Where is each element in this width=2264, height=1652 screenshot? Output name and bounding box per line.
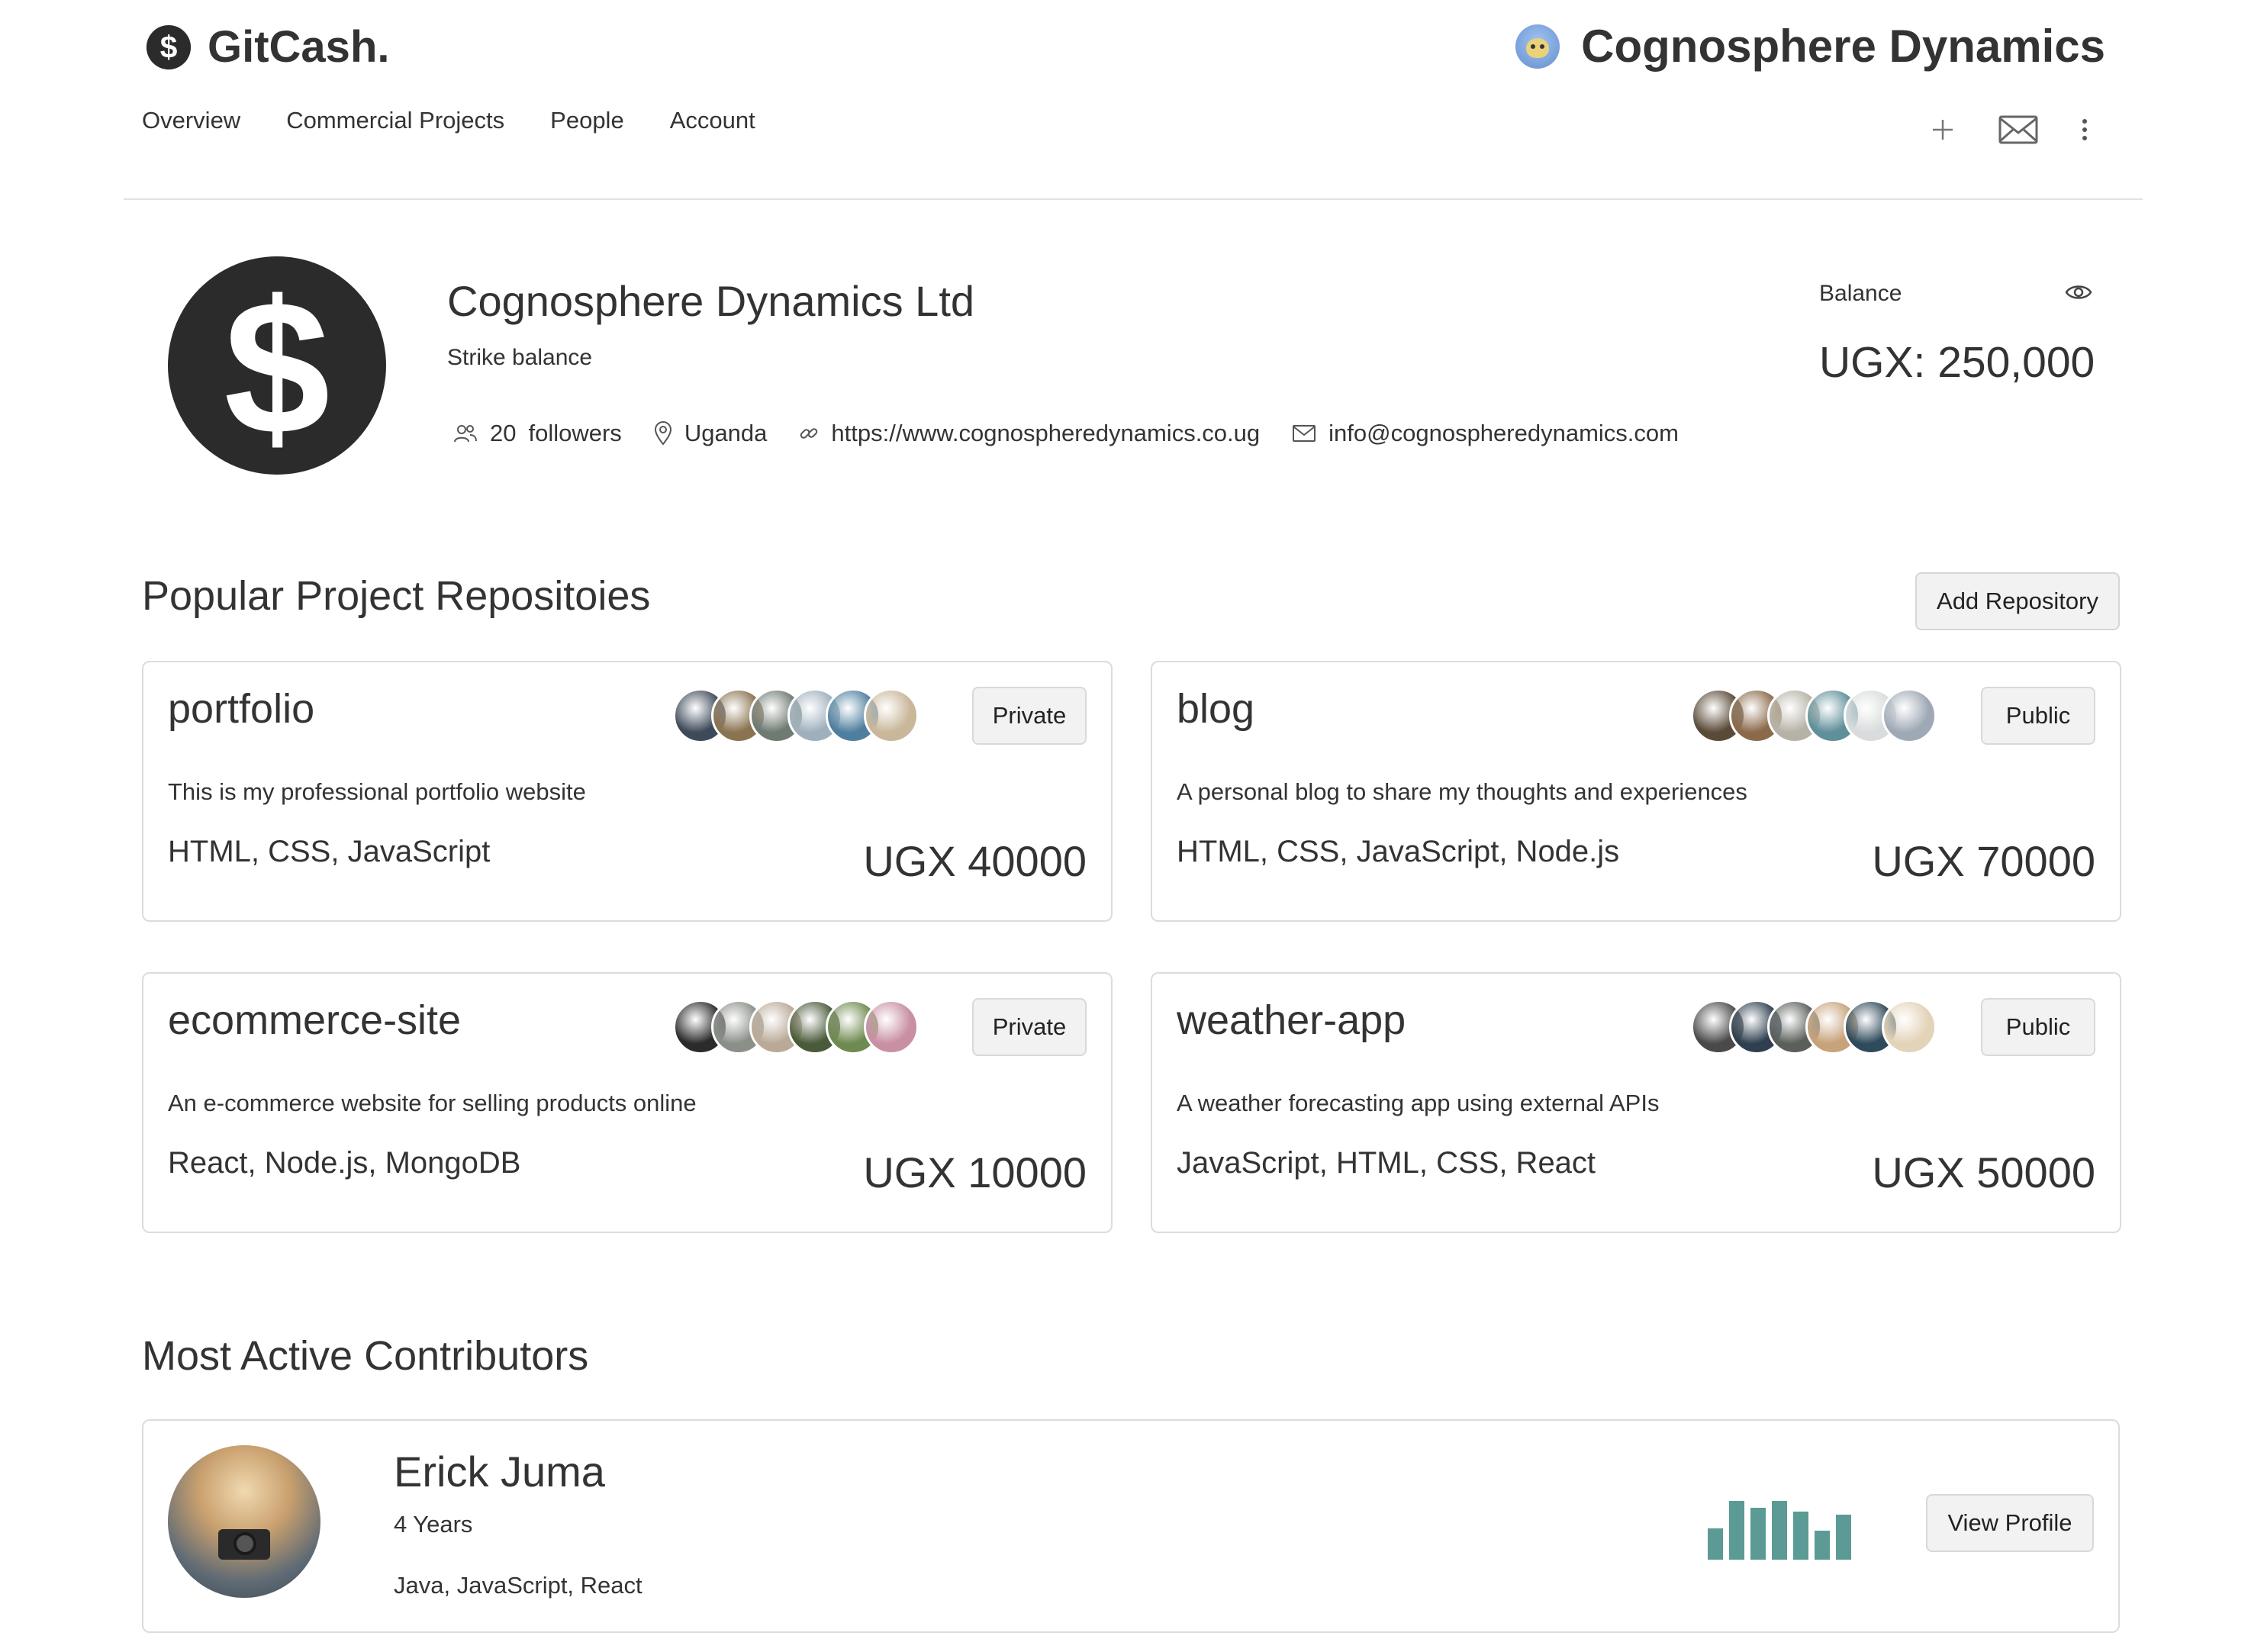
profile-subtitle: Strike balance	[447, 345, 593, 370]
brand[interactable]: $ GitCash.	[145, 21, 390, 72]
website[interactable]: https://www.cognospheredynamics.co.ug	[799, 420, 1260, 447]
repo-tech: JavaScript, HTML, CSS, React	[1177, 1146, 1596, 1180]
company-avatar[interactable]	[1515, 24, 1560, 69]
repo-name[interactable]: ecommerce-site	[168, 997, 461, 1044]
repo-tech: HTML, CSS, JavaScript, Node.js	[1177, 835, 1620, 868]
nav-item-overview[interactable]: Overview	[142, 107, 240, 134]
company-title: Cognosphere Dynamics	[1581, 21, 2105, 72]
add-repository-button[interactable]: Add Repository	[1915, 572, 2120, 630]
contributor-years: 4 Years	[394, 1511, 473, 1538]
plus-icon[interactable]	[1930, 117, 1956, 143]
nav-item-people[interactable]: People	[550, 107, 624, 134]
followers-count: 20	[490, 420, 517, 446]
link-icon	[800, 428, 818, 439]
repo-tech: React, Node.js, MongoDB	[168, 1146, 521, 1180]
envelope-icon[interactable]	[1998, 114, 2038, 145]
eye-icon[interactable]	[2065, 282, 2092, 302]
contributors-section-title: Most Active Contributors	[142, 1333, 589, 1379]
profile-meta: 20 followers Uganda https://www.cognosph…	[453, 420, 1711, 447]
balance-label: Balance	[1819, 281, 1902, 306]
repo-avatars	[673, 688, 919, 743]
activity-bar	[1750, 1508, 1766, 1560]
view-profile-button[interactable]: View Profile	[1926, 1494, 2094, 1552]
balance-value: UGX: 250,000	[1819, 338, 2095, 387]
website-link[interactable]: https://www.cognospheredynamics.co.ug	[831, 420, 1260, 447]
repo-name[interactable]: portfolio	[168, 685, 314, 733]
repo-card-weather-app[interactable]: weather-app Public A weather forecasting…	[1151, 972, 2121, 1233]
visibility-badge: Public	[1981, 687, 2095, 745]
dollar-coin-icon: $	[146, 24, 192, 69]
member-avatar[interactable]	[1882, 688, 1937, 743]
camera-lens-shape	[233, 1532, 256, 1555]
visibility-badge: Private	[972, 998, 1087, 1056]
brand-name: GitCash.	[208, 22, 390, 72]
activity-bar	[1772, 1501, 1787, 1560]
repo-card-portfolio[interactable]: portfolio Private This is my professiona…	[142, 661, 1113, 922]
envelope-small-icon	[1293, 425, 1316, 442]
repo-price: UGX 40000	[863, 837, 1087, 885]
repo-description: This is my professional portfolio websit…	[168, 778, 586, 805]
followers[interactable]: 20 followers	[453, 420, 622, 447]
repo-price: UGX 10000	[863, 1148, 1087, 1196]
repo-card-blog[interactable]: blog Public A personal blog to share my …	[1151, 661, 2121, 922]
repo-name[interactable]: weather-app	[1177, 997, 1406, 1044]
repo-card-ecommerce-site[interactable]: ecommerce-site Private An e-commerce web…	[142, 972, 1113, 1233]
nav-item-commercial-projects[interactable]: Commercial Projects	[286, 107, 504, 134]
people-icon	[454, 425, 477, 443]
member-avatar[interactable]	[864, 1000, 919, 1055]
activity-sparkline	[1708, 1501, 1851, 1560]
header-actions	[1930, 114, 2088, 145]
repo-avatars	[673, 1000, 919, 1055]
email[interactable]: info@cognospheredynamics.com	[1292, 420, 1679, 447]
member-avatar[interactable]	[864, 688, 919, 743]
followers-label: followers	[528, 420, 622, 446]
repo-price: UGX 70000	[1872, 837, 2095, 885]
repo-tech: HTML, CSS, JavaScript	[168, 835, 491, 868]
contributor-name[interactable]: Erick Juma	[394, 1447, 605, 1496]
repo-description: A personal blog to share my thoughts and…	[1177, 778, 1747, 805]
repo-avatars	[1691, 688, 1937, 743]
repo-description: A weather forecasting app using external…	[1177, 1090, 1660, 1116]
location: Uganda	[654, 420, 768, 447]
nav-item-account[interactable]: Account	[670, 107, 755, 134]
repos-section-title: Popular Project Repositoies	[142, 573, 651, 619]
member-avatar[interactable]	[1882, 1000, 1937, 1055]
activity-bar	[1793, 1512, 1808, 1560]
svg-text:$: $	[160, 29, 178, 64]
company-header: Cognosphere Dynamics	[1515, 20, 2105, 72]
contributor-avatar[interactable]	[168, 1445, 320, 1598]
location-text: Uganda	[684, 420, 768, 446]
repo-price: UGX 50000	[1872, 1148, 2095, 1196]
company-logo-icon: $	[168, 256, 386, 475]
activity-bar	[1729, 1501, 1744, 1560]
activity-bar	[1815, 1531, 1830, 1560]
svg-text:$: $	[224, 261, 330, 474]
main-nav: Overview Commercial Projects People Acco…	[142, 107, 755, 134]
visibility-badge: Private	[972, 687, 1087, 745]
header-divider	[124, 198, 2143, 200]
profile-name: Cognosphere Dynamics Ltd	[447, 277, 975, 325]
activity-bar	[1836, 1515, 1851, 1560]
kebab-menu-icon[interactable]	[2081, 117, 2088, 143]
map-pin-icon	[654, 421, 671, 446]
activity-bar	[1708, 1528, 1723, 1560]
visibility-badge: Public	[1981, 998, 2095, 1056]
repo-description: An e-commerce website for selling produc…	[168, 1090, 697, 1116]
contributor-skills: Java, JavaScript, React	[394, 1572, 642, 1599]
email-link[interactable]: info@cognospheredynamics.com	[1328, 420, 1679, 447]
repo-avatars	[1691, 1000, 1937, 1055]
contributor-card: Erick Juma 4 Years Java, JavaScript, Rea…	[142, 1419, 2120, 1633]
repo-name[interactable]: blog	[1177, 685, 1254, 733]
